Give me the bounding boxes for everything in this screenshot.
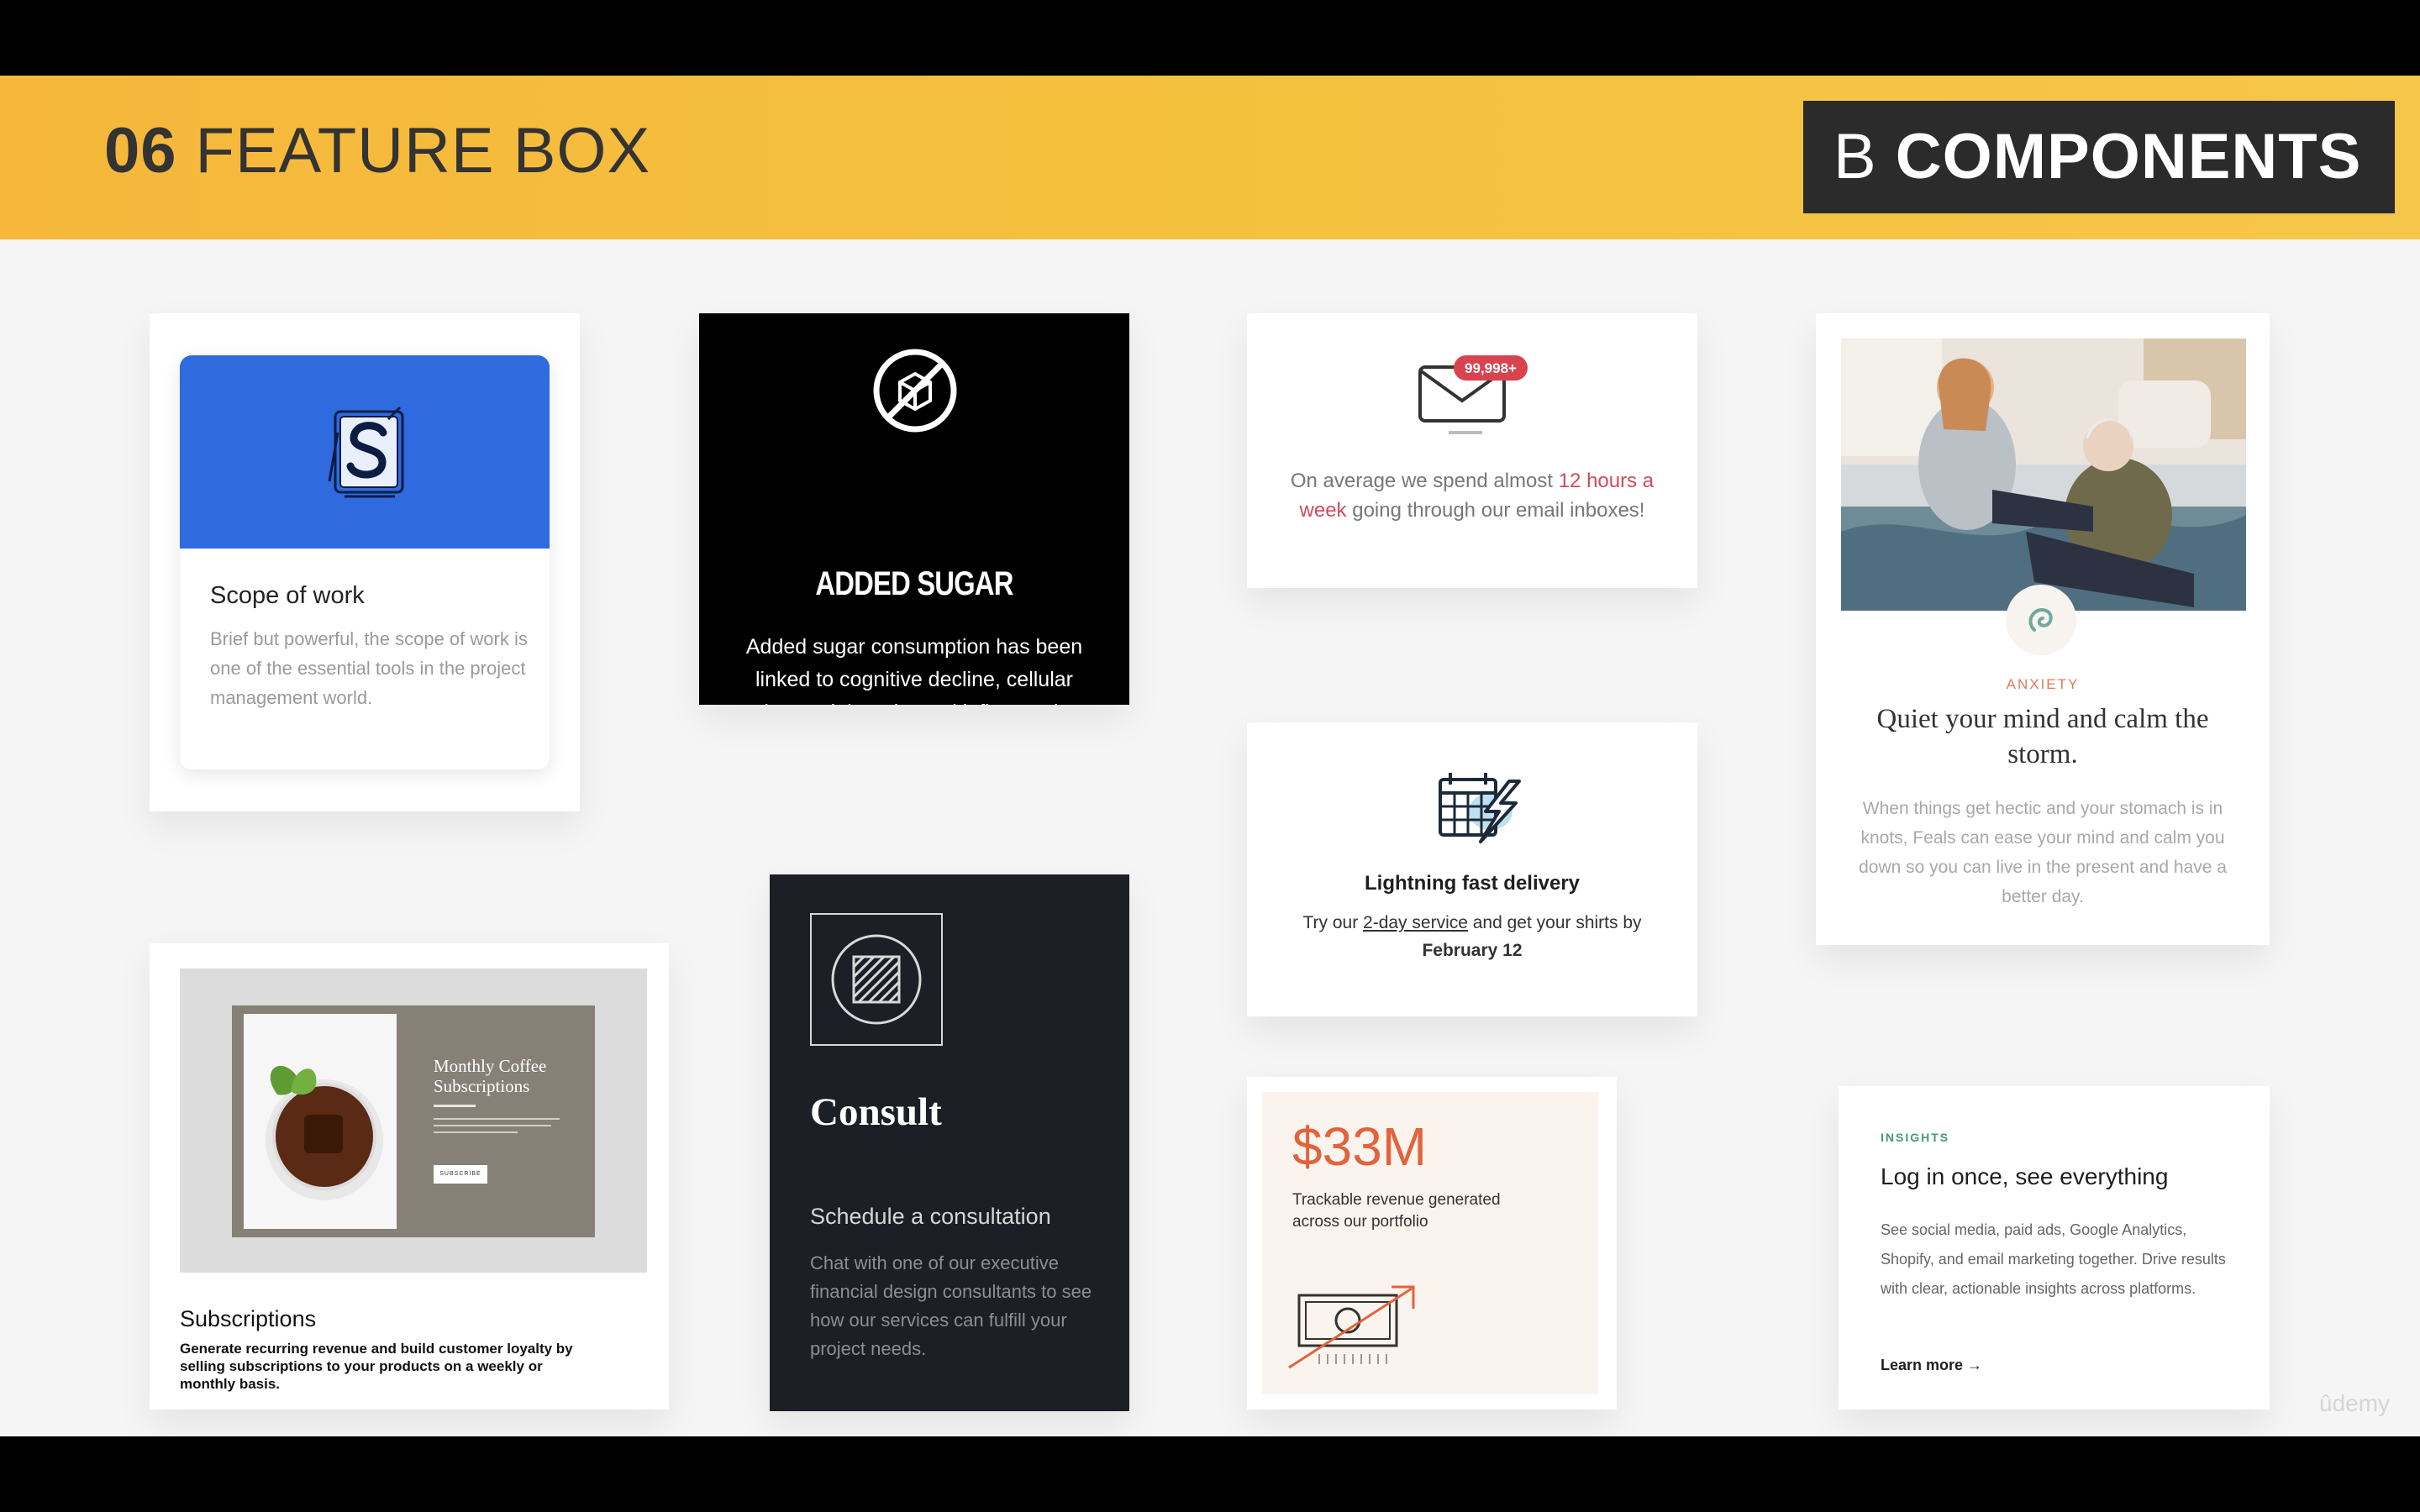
delivery-card: Lightning fast delivery Try our 2-day se… <box>1247 722 1697 1016</box>
insights-title: Log in once, see everything <box>1881 1163 2169 1189</box>
badge-letter: B <box>1833 121 1877 192</box>
delivery-title: Lightning fast delivery <box>1364 872 1581 895</box>
udemy-watermark: ûdemy <box>2319 1390 2391 1416</box>
two-day-service-link[interactable]: 2-day service <box>1363 913 1468 932</box>
learn-more-link[interactable]: Learn more → <box>1881 1357 1982 1374</box>
iced-coffee-photo <box>244 1014 397 1229</box>
section-title: FEATURE BOX <box>195 115 651 186</box>
sugar-title: ADDED SUGAR <box>815 565 1013 602</box>
notification-count: 99,998+ <box>1465 360 1517 376</box>
insights-card: INSIGHTS Log in once, see everything See… <box>1839 1086 2270 1410</box>
delivery-text-before: Try our <box>1302 913 1364 932</box>
email-text-after: going through our email inboxes! <box>1346 499 1645 522</box>
anxiety-description: When things get hectic and your stomach … <box>1859 799 2227 906</box>
scope-description: Brief but powerful, the scope of work is… <box>210 628 528 708</box>
scope-title: Scope of work <box>210 582 365 609</box>
anxiety-card: ANXIETY Quiet your mind and calm the sto… <box>1816 313 2270 945</box>
slide-header: 06 FEATURE BOX B COMPONENTS <box>0 76 2420 239</box>
subscriptions-card: Monthly Coffee Subscriptions SUBSCRIBE S… <box>150 943 669 1410</box>
anxiety-title: Quiet your mind and calm the storm. <box>1876 704 2209 769</box>
subscription-preview: Monthly Coffee Subscriptions SUBSCRIBE <box>180 969 647 1273</box>
consult-description: Chat with one of our executive financial… <box>810 1252 1092 1359</box>
document-s-icon <box>328 406 404 498</box>
revenue-inner: $33M Trackable revenue generated across … <box>1262 1092 1598 1394</box>
added-sugar-card: ADDED SUGAR Added sugar consumption has … <box>699 313 1129 705</box>
consult-subtitle: Schedule a consultation <box>810 1204 1051 1229</box>
coffee-page-screenshot: Monthly Coffee Subscriptions SUBSCRIBE <box>232 1005 595 1237</box>
video-frame: 06 FEATURE BOX B COMPONENTS Scope of wor… <box>0 0 2420 1512</box>
money-growth-icon <box>1288 1285 1415 1369</box>
slide: 06 FEATURE BOX B COMPONENTS Scope of wor… <box>0 76 2420 1436</box>
coffee-page-title: Monthly Coffee Subscriptions <box>434 1056 547 1096</box>
subscribe-button: SUBSCRIBE <box>434 1165 487 1184</box>
email-stat-text: On average we spend almost 12 hours a we… <box>1272 466 1672 525</box>
couch-photo <box>1841 339 2246 611</box>
sugar-description: Added sugar consumption has been linked … <box>741 635 1088 705</box>
consult-logo-frame <box>810 913 943 1046</box>
delivery-description: Try our 2-day service and get your shirt… <box>1289 909 1655 964</box>
leaf-logo-icon <box>2006 585 2076 655</box>
anxiety-tag: ANXIETY <box>2006 676 2080 692</box>
subscriptions-description: Generate recurring revenue and build cus… <box>180 1341 573 1392</box>
subscriptions-title: Subscriptions <box>180 1306 317 1331</box>
hatched-circle-icon <box>831 934 922 1025</box>
insights-tag: INSIGHTS <box>1881 1131 1950 1144</box>
delivery-date: February 12 <box>1422 941 1523 960</box>
email-stat-card: 99,998+ On average we spend almost 12 ho… <box>1247 313 1697 588</box>
slide-title: 06 FEATURE BOX <box>104 114 650 187</box>
delivery-text-middle: and get your shirts by <box>1467 913 1642 932</box>
badge-text: COMPONENTS <box>1895 121 2362 192</box>
consult-title: Consult <box>810 1090 942 1134</box>
scope-of-work-card: Scope of work Brief but powerful, the sc… <box>150 313 580 811</box>
calendar-lightning-icon <box>1439 773 1521 843</box>
revenue-description: Trackable revenue generated across our p… <box>1292 1191 1501 1231</box>
no-sugar-icon <box>873 349 957 433</box>
section-number: 06 <box>104 115 177 186</box>
revenue-card: $33M Trackable revenue generated across … <box>1247 1077 1617 1410</box>
consult-card: Consult Schedule a consultation Chat wit… <box>770 874 1129 1411</box>
category-badge: B COMPONENTS <box>1803 101 2395 213</box>
envelope-icon: 99,998+ <box>1418 355 1528 434</box>
scope-inner-card: Scope of work Brief but powerful, the sc… <box>180 355 550 769</box>
revenue-value: $33M <box>1292 1116 1428 1177</box>
coffee-page-lines <box>434 1105 568 1157</box>
email-text-before: On average we spend almost <box>1290 470 1559 492</box>
scope-header-image <box>180 355 550 549</box>
insights-description: See social media, paid ads, Google Analy… <box>1881 1221 2226 1297</box>
